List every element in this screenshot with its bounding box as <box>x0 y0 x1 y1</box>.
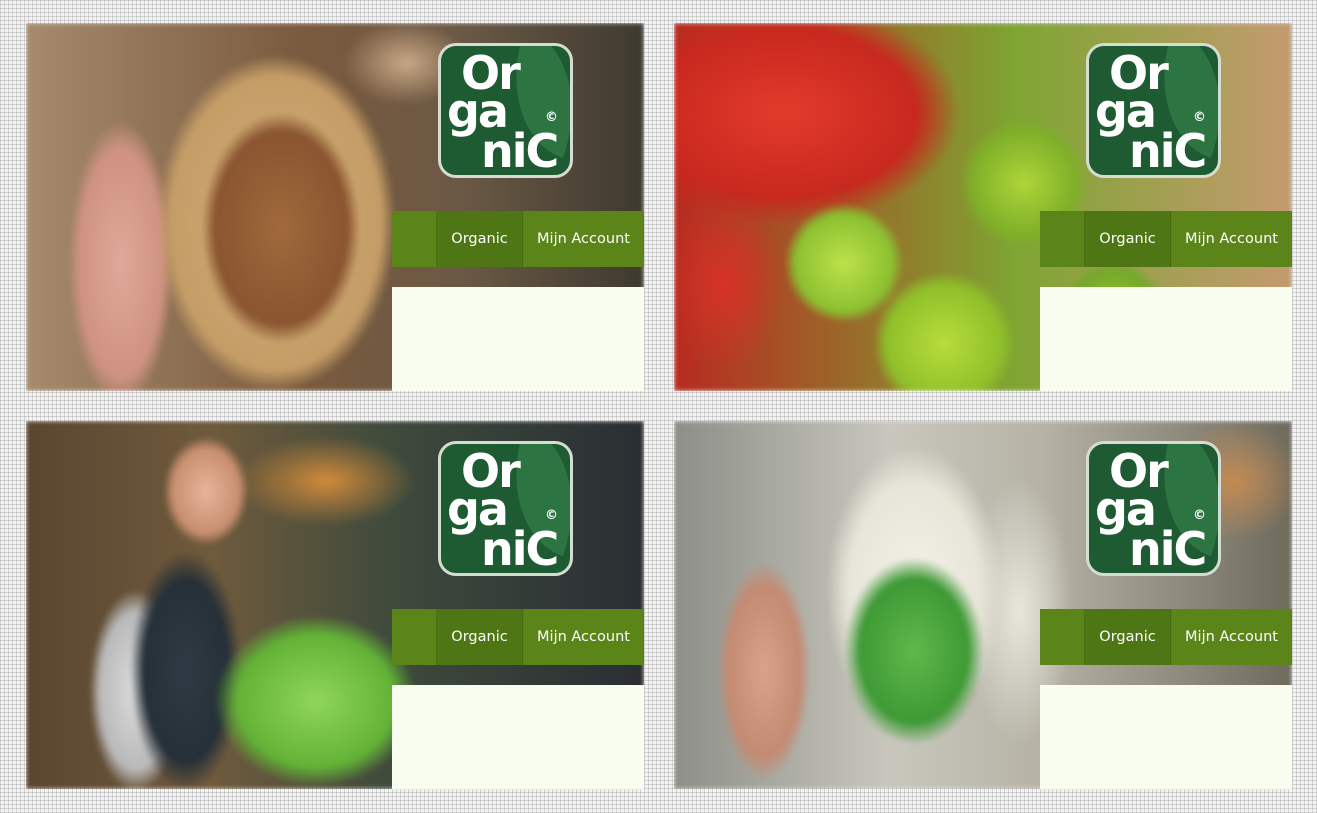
content-box <box>1040 287 1292 391</box>
banner-panel: Or ga niC © Organic Mijn Account <box>674 421 1292 789</box>
nav-spacer <box>1040 609 1085 665</box>
content-box <box>1040 685 1292 789</box>
copyright-icon: © <box>545 508 558 523</box>
content-box <box>392 287 644 391</box>
copyright-icon: © <box>1193 508 1206 523</box>
logo-text-line3: niC <box>1129 124 1207 178</box>
nav-item-organic[interactable]: Organic <box>1085 211 1171 267</box>
nav-spacer <box>392 211 437 267</box>
logo-text-line3: niC <box>481 522 559 576</box>
nav-item-organic[interactable]: Organic <box>1085 609 1171 665</box>
nav-item-mijn-account[interactable]: Mijn Account <box>523 211 644 267</box>
nav-item-mijn-account[interactable]: Mijn Account <box>1171 609 1292 665</box>
nav-item-mijn-account[interactable]: Mijn Account <box>523 609 644 665</box>
content-box <box>392 685 644 789</box>
nav-item-organic[interactable]: Organic <box>437 609 523 665</box>
organic-logo[interactable]: Or ga niC © <box>1086 43 1221 178</box>
organic-logo[interactable]: Or ga niC © <box>438 441 573 576</box>
nav-item-organic[interactable]: Organic <box>437 211 523 267</box>
main-nav: Organic Mijn Account <box>1040 211 1292 267</box>
banner-panel: Or ga niC © Organic Mijn Account <box>26 23 644 391</box>
nav-spacer <box>1040 211 1085 267</box>
main-nav: Organic Mijn Account <box>1040 609 1292 665</box>
main-nav: Organic Mijn Account <box>392 211 644 267</box>
banner-panel: Or ga niC © Organic Mijn Account <box>674 23 1292 391</box>
nav-spacer <box>392 609 437 665</box>
organic-logo[interactable]: Or ga niC © <box>438 43 573 178</box>
logo-text-line3: niC <box>481 124 559 178</box>
main-nav: Organic Mijn Account <box>392 609 644 665</box>
organic-logo[interactable]: Or ga niC © <box>1086 441 1221 576</box>
banner-panel: Or ga niC © Organic Mijn Account <box>26 421 644 789</box>
logo-text-line3: niC <box>1129 522 1207 576</box>
copyright-icon: © <box>1193 110 1206 125</box>
nav-item-mijn-account[interactable]: Mijn Account <box>1171 211 1292 267</box>
copyright-icon: © <box>545 110 558 125</box>
